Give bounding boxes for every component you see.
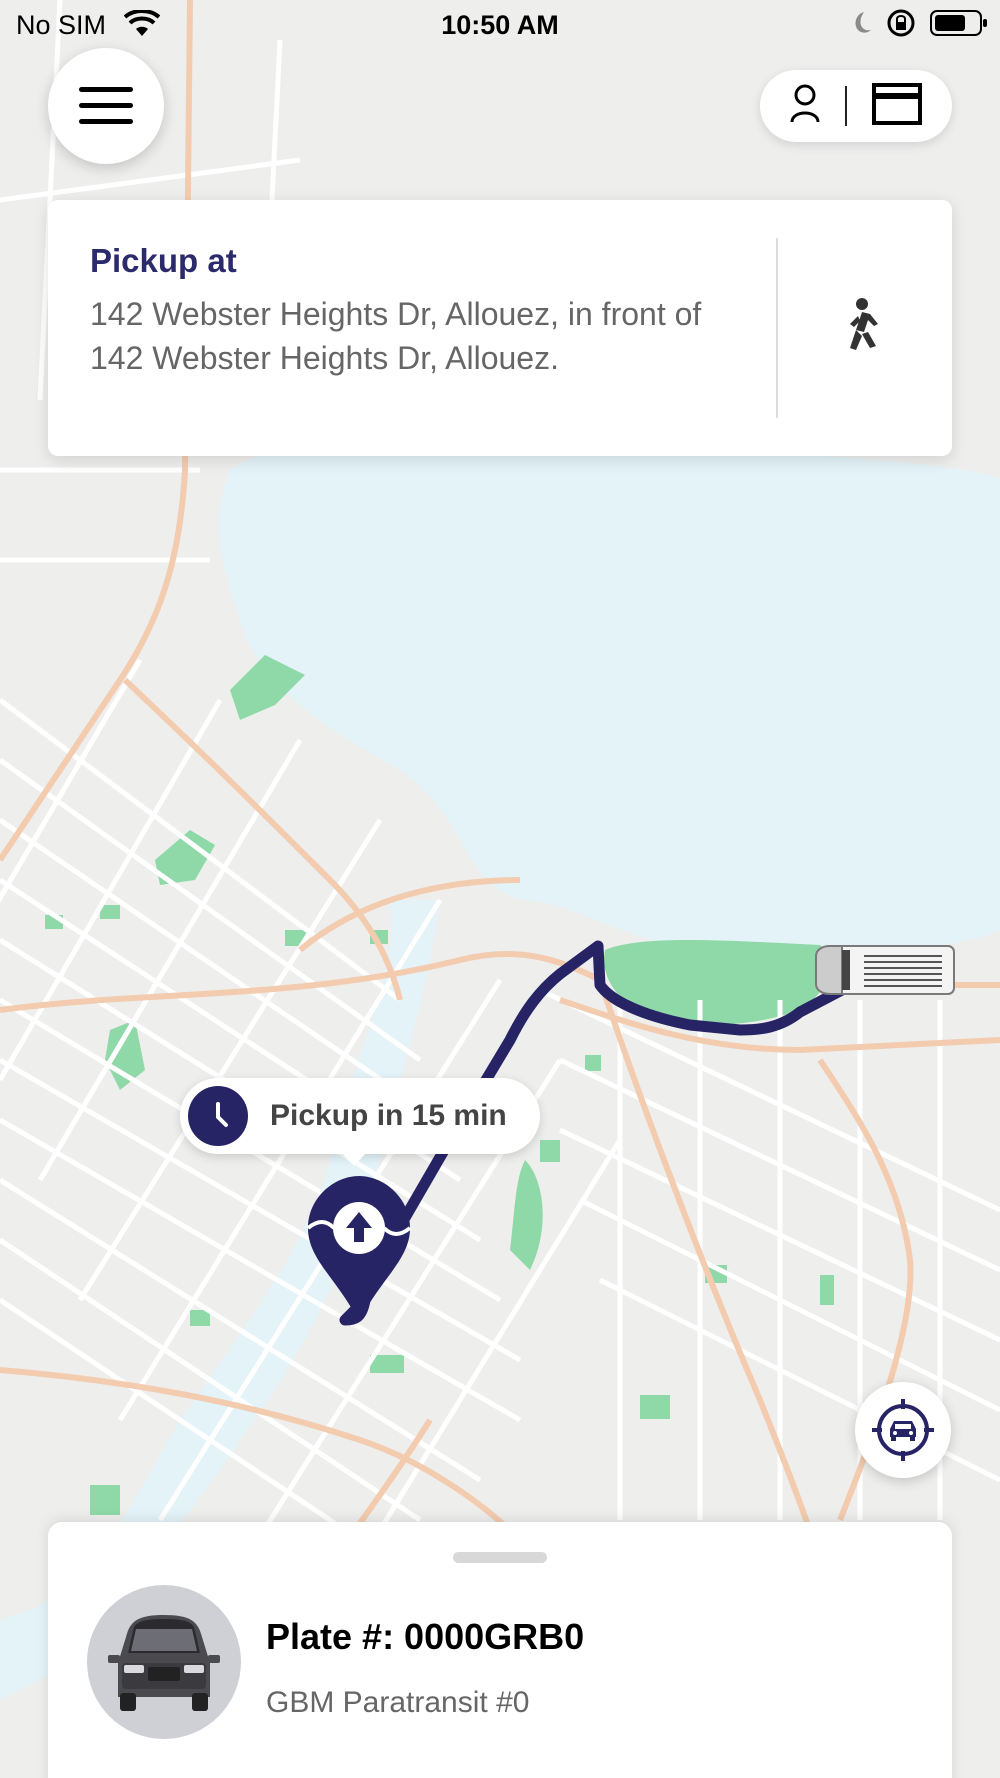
pickup-marker[interactable] — [304, 1176, 414, 1326]
sheet-drag-handle[interactable] — [453, 1552, 547, 1563]
wallet-button[interactable] — [871, 82, 922, 130]
walking-person-icon — [850, 298, 878, 350]
moon-icon — [855, 12, 871, 33]
vehicle-marker[interactable] — [812, 942, 958, 998]
hamburger-menu-icon — [79, 87, 133, 124]
vehicle-bottom-sheet[interactable]: Plate #: 0000GRB0 GBM Paratransit #0 — [48, 1522, 952, 1778]
battery-icon — [930, 10, 987, 36]
status-bar: No SIM 10:50 AM — [0, 0, 1000, 50]
walking-directions-button[interactable] — [834, 296, 890, 356]
vehicle-name: GBM Paratransit #0 — [266, 1686, 530, 1719]
clock-icon — [188, 1086, 248, 1146]
minivan-icon — [108, 1615, 220, 1711]
profile-button[interactable] — [790, 84, 820, 129]
status-right-icons — [846, 8, 988, 38]
pickup-arrow-marker-icon — [306, 1176, 412, 1316]
vehicle-avatar — [87, 1585, 241, 1739]
card-divider — [776, 238, 778, 418]
locate-vehicle-button[interactable] — [855, 1382, 951, 1478]
vehicle-plate: Plate #: 0000GRB0 — [266, 1616, 585, 1657]
account-wallet-pill — [760, 70, 952, 142]
van-icon — [815, 945, 955, 995]
person-icon — [790, 84, 820, 122]
pill-divider — [844, 86, 847, 126]
eta-text: Pickup in 15 min — [270, 1099, 507, 1132]
pickup-label: Pickup at — [90, 242, 237, 279]
menu-button[interactable] — [48, 48, 164, 164]
pickup-card[interactable]: Pickup at 142 Webster Heights Dr, Alloue… — [48, 200, 952, 456]
orientation-lock-icon — [887, 9, 915, 37]
pickup-address: 142 Webster Heights Dr, Allouez, in fron… — [90, 296, 702, 376]
wallet-card-icon — [871, 82, 922, 125]
eta-bubble-tail — [342, 1153, 366, 1166]
locate-vehicle-icon — [872, 1399, 934, 1461]
eta-bubble: Pickup in 15 min — [180, 1078, 540, 1166]
